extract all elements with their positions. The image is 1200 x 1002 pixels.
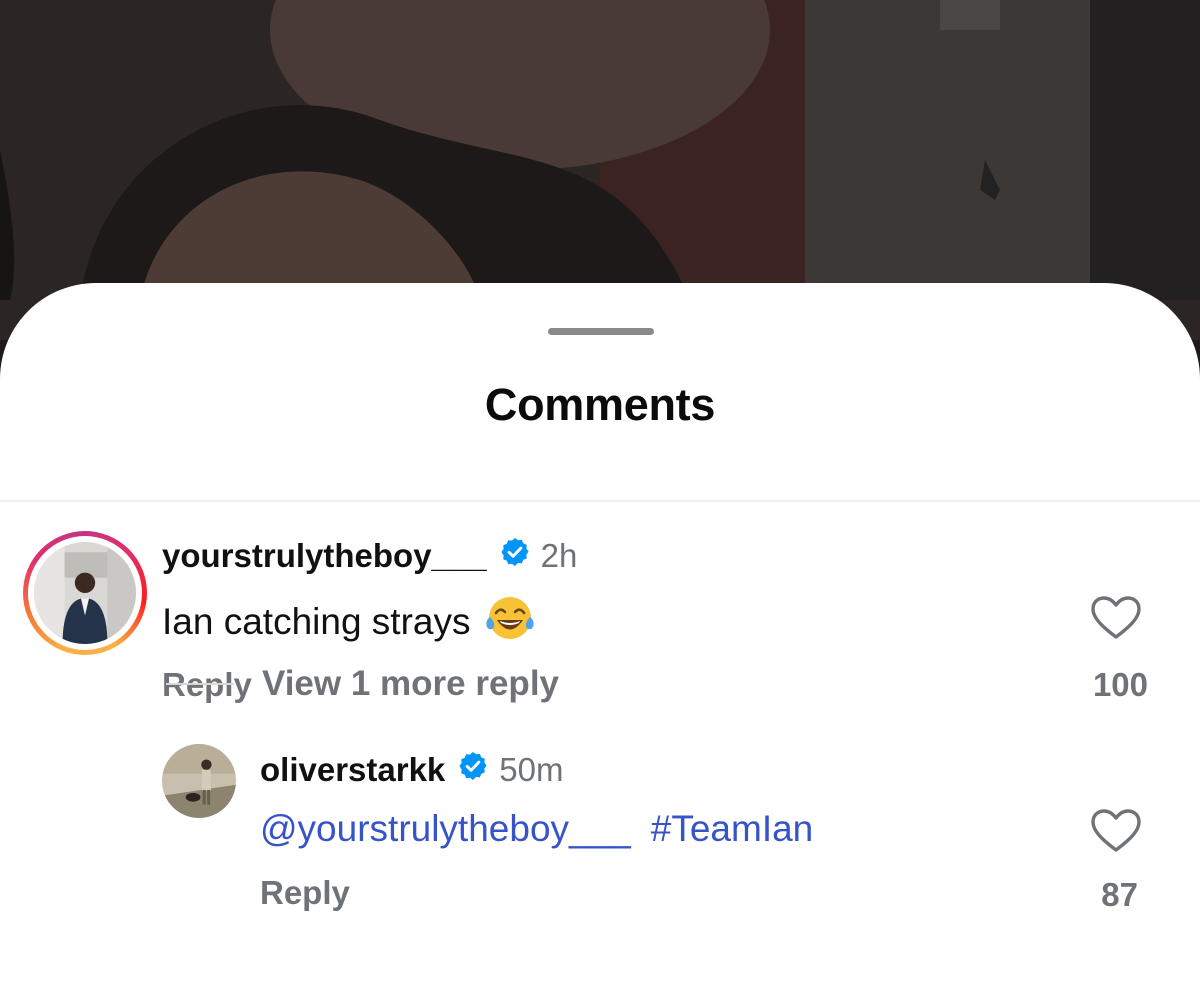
view-more-replies-button[interactable]: View 1 more reply xyxy=(262,664,559,704)
reply-time: 50m xyxy=(499,751,564,788)
sheet-title: Comments xyxy=(484,379,716,430)
comment-username[interactable]: yourstrulytheboy___ xyxy=(162,537,487,575)
hashtag-link[interactable]: #TeamIan xyxy=(651,808,814,850)
reply-button[interactable]: Reply xyxy=(162,666,252,704)
avatar-image xyxy=(34,542,136,644)
comment-header: yourstrulytheboy___ 2h xyxy=(162,536,577,576)
reply-username[interactable]: oliverstarkk xyxy=(260,751,445,789)
comment-text: Ian catching strays xyxy=(162,593,536,650)
verified-badge-icon xyxy=(457,750,489,790)
mention-link[interactable]: @yourstrulytheboy___ xyxy=(260,808,631,850)
reply-button[interactable]: Reply xyxy=(260,874,350,912)
verified-badge-icon xyxy=(499,536,531,576)
avatar xyxy=(34,542,136,644)
reply-text: @yourstrulytheboy___ #TeamIan xyxy=(260,808,813,850)
laughing-emoji-icon xyxy=(484,593,536,650)
sheet-grabber-handle[interactable] xyxy=(548,328,654,335)
header-divider xyxy=(0,500,1200,502)
heart-outline-icon[interactable] xyxy=(1090,808,1142,859)
comments-screen: Comments yourstrulytheboy___ 2h Ian catc… xyxy=(0,0,1200,1002)
like-count: 100 xyxy=(1092,666,1148,703)
view-more-divider xyxy=(166,683,234,685)
avatar-story-ring[interactable] xyxy=(23,531,147,655)
avatar-image xyxy=(162,744,236,818)
comment-body: Ian catching strays xyxy=(162,600,471,642)
reply-header: oliverstarkk 50m xyxy=(260,750,564,790)
like-count: 87 xyxy=(1101,876,1138,913)
heart-outline-icon[interactable] xyxy=(1090,595,1142,646)
avatar[interactable] xyxy=(162,744,236,818)
comment-time: 2h xyxy=(540,537,578,574)
